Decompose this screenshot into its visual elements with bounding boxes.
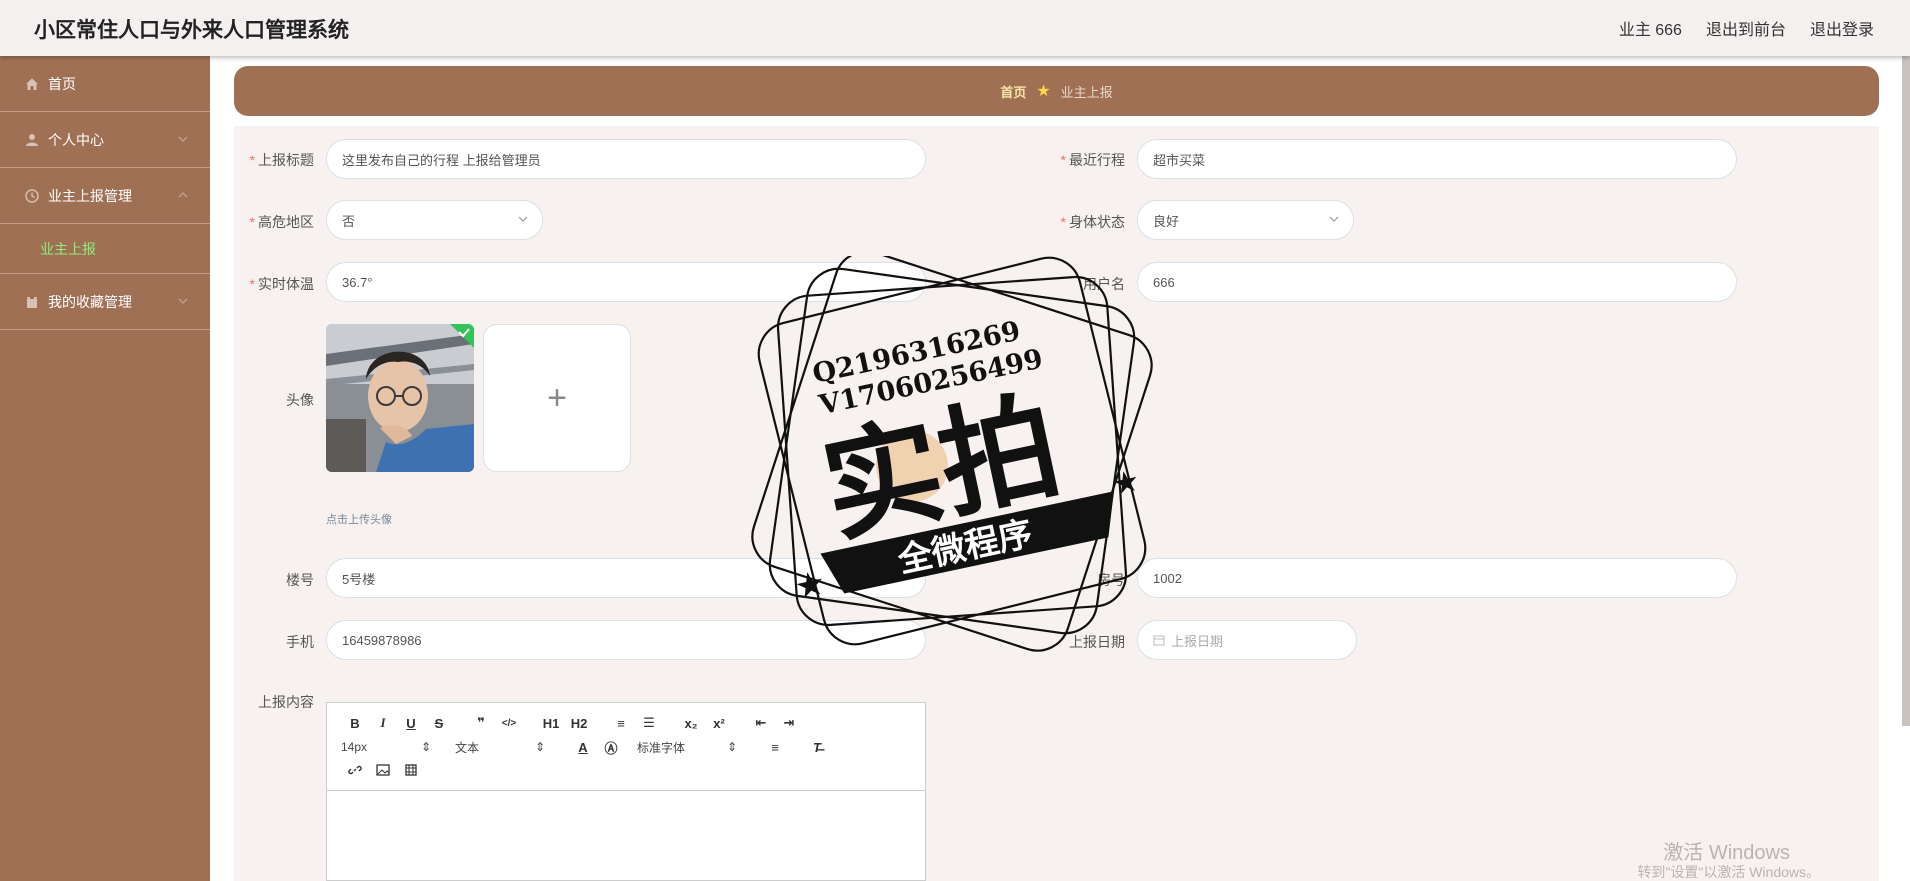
sidebar-item-label: 业主上报管理 <box>48 187 132 204</box>
top-links: 业主 666 退出到前台 退出登录 <box>1619 16 1874 40</box>
windows-activation-title: 激活 Windows <box>1663 842 1790 864</box>
chevron-up-icon <box>178 192 188 198</box>
temperature-input[interactable]: 36.7° <box>326 262 926 302</box>
phone-input[interactable]: 16459878986 <box>326 620 926 660</box>
indent-button[interactable]: ⇥ <box>775 715 803 731</box>
title-input[interactable]: 这里发布自己的行程 上报给管理员 <box>326 139 926 179</box>
sidebar-item-label: 我的收藏管理 <box>48 293 132 310</box>
italic-button[interactable]: I <box>369 715 397 731</box>
link-icon[interactable] <box>341 763 369 780</box>
chevron-down-icon <box>1329 216 1339 222</box>
block-type-select[interactable]: 文本 ⇕ <box>455 739 545 756</box>
underline-button[interactable]: U <box>397 716 425 731</box>
background-color-icon[interactable]: Ⓐ <box>597 738 625 757</box>
font-color-icon[interactable]: A <box>569 740 597 755</box>
building-label: 楼号 <box>286 572 314 588</box>
rich-text-editor[interactable]: B I U S ❞ </> H1 H2 ≡ ☰ x₂ x² ⇤ ⇥ 14px ⇕ … <box>326 702 926 881</box>
bullet-list-button[interactable]: ☰ <box>635 715 663 731</box>
font-size-select[interactable]: 14px ⇕ <box>341 740 431 754</box>
logout-link[interactable]: 退出登录 <box>1810 16 1874 40</box>
risk-area-label: * 高危地区 <box>249 214 314 230</box>
sidebar-item-favorites-management[interactable]: 我的收藏管理 <box>0 274 210 330</box>
sidebar-subitem-owner-report[interactable]: 业主上报 <box>0 224 210 274</box>
user-link[interactable]: 业主 666 <box>1619 16 1682 40</box>
clipboard-icon <box>24 294 40 310</box>
bold-button[interactable]: B <box>341 716 369 731</box>
health-label: * 身体状态 <box>1060 214 1125 230</box>
avatar-upload-button[interactable]: + <box>483 324 631 472</box>
building-input[interactable]: 5号楼 <box>326 558 926 598</box>
home-icon <box>24 76 40 92</box>
breadcrumb-home[interactable]: 首页 <box>1000 82 1026 101</box>
h2-button[interactable]: H2 <box>565 716 593 731</box>
strike-button[interactable]: S <box>425 716 453 731</box>
clock-icon <box>24 188 40 204</box>
breadcrumb-current: 业主上报 <box>1060 84 1113 100</box>
clear-format-icon[interactable]: T̶ <box>803 740 831 755</box>
outdent-button[interactable]: ⇤ <box>747 715 775 731</box>
font-family-select[interactable]: 标准字体 ⇕ <box>637 739 737 756</box>
sidebar-item-home[interactable]: 首页 <box>0 56 210 112</box>
select-arrows-icon: ⇕ <box>534 740 545 754</box>
sidebar-item-label: 个人中心 <box>48 131 104 148</box>
app-title: 小区常住人口与外来人口管理系统 <box>34 19 349 42</box>
star-icon: ★ <box>1036 83 1051 100</box>
select-arrows-icon: ⇕ <box>726 740 737 754</box>
scrollbar[interactable] <box>1902 56 1910 726</box>
avatar-label: 头像 <box>286 392 314 408</box>
chevron-down-icon <box>178 298 188 304</box>
user-icon <box>24 132 40 148</box>
route-label: * 最近行程 <box>1060 152 1125 168</box>
sidebar: 首页 个人中心 业主上报管理 业主上报 我的收藏管理 <box>0 56 210 881</box>
sidebar-item-personal-center[interactable]: 个人中心 <box>0 112 210 168</box>
superscript-button[interactable]: x² <box>705 716 733 731</box>
windows-activation-subtitle: 转到"设置"以激活 Windows。 <box>1637 864 1820 880</box>
health-select[interactable]: 良好 <box>1137 200 1354 240</box>
calendar-icon <box>1153 635 1165 646</box>
room-input[interactable]: 1002 <box>1137 558 1737 598</box>
align-icon[interactable]: ≡ <box>761 740 789 755</box>
report-date-label: 上报日期 <box>1069 634 1125 650</box>
editor-toolbar: B I U S ❞ </> H1 H2 ≡ ☰ x₂ x² ⇤ ⇥ 14px ⇕ … <box>327 703 925 791</box>
subscript-button[interactable]: x₂ <box>677 716 705 731</box>
video-icon[interactable] <box>397 763 425 779</box>
sidebar-item-report-management[interactable]: 业主上报管理 <box>0 168 210 224</box>
phone-label: 手机 <box>286 634 314 650</box>
blockquote-button[interactable]: ❞ <box>467 715 495 731</box>
image-icon[interactable] <box>369 763 397 779</box>
code-button[interactable]: </> <box>495 718 523 729</box>
content-label: 上报内容 <box>258 694 314 710</box>
ordered-list-button[interactable]: ≡ <box>607 716 635 731</box>
breadcrumb: 首页 ★ 业主上报 <box>234 66 1879 116</box>
top-bar: 小区常住人口与外来人口管理系统 业主 666 退出到前台 退出登录 <box>0 0 1910 56</box>
h1-button[interactable]: H1 <box>537 716 565 731</box>
chevron-down-icon <box>518 216 528 222</box>
room-label: 房号 <box>1097 572 1125 588</box>
route-input[interactable]: 超市买菜 <box>1137 139 1737 179</box>
select-arrows-icon: ⇕ <box>420 740 431 754</box>
upload-hint: 点击上传头像 <box>326 514 392 526</box>
back-to-front-link[interactable]: 退出到前台 <box>1706 16 1786 40</box>
risk-area-select[interactable]: 否 <box>326 200 543 240</box>
chevron-down-icon <box>178 136 188 142</box>
username-input[interactable]: 666 <box>1137 262 1737 302</box>
title-label: * 上报标题 <box>249 152 314 168</box>
sidebar-item-label: 首页 <box>48 75 76 92</box>
username-label: 用户名 <box>1083 276 1125 292</box>
report-date-picker[interactable]: 上报日期 <box>1137 620 1357 660</box>
avatar[interactable] <box>326 324 474 472</box>
temperature-label: * 实时体温 <box>249 276 314 292</box>
